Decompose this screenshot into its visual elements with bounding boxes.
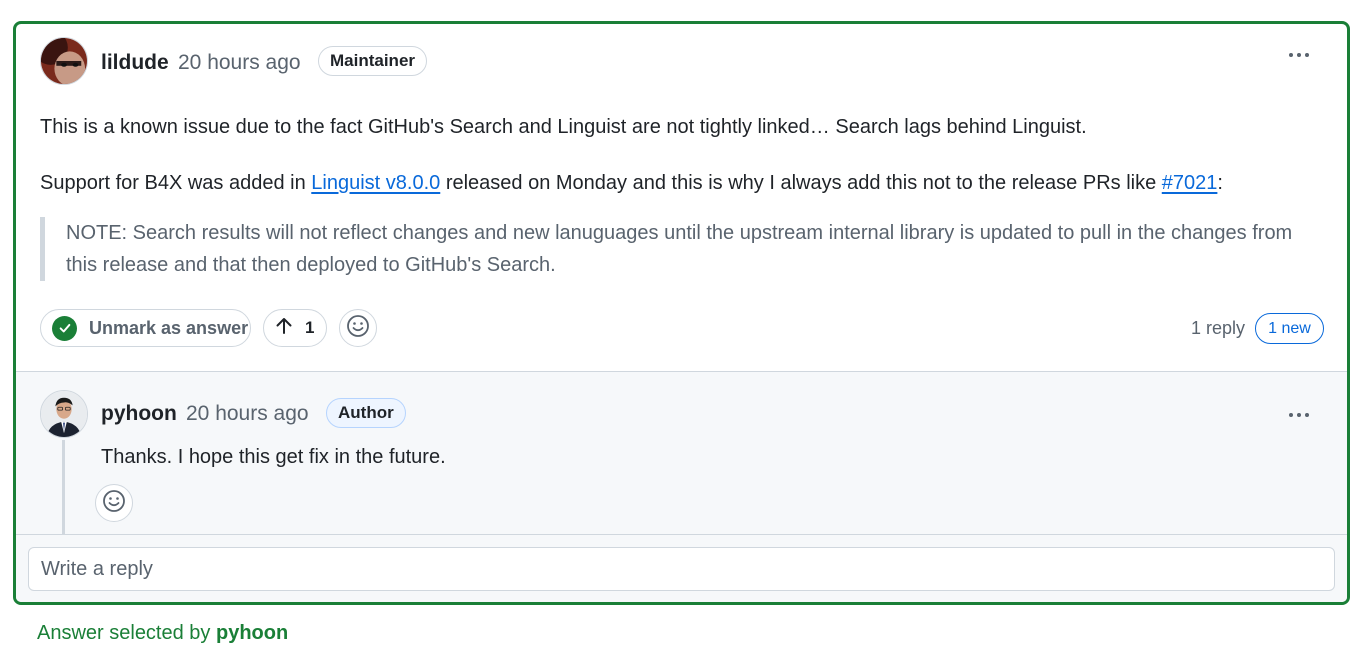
reply-footer xyxy=(16,534,1347,602)
upvote-button[interactable]: 1 xyxy=(263,309,327,347)
add-reaction-button[interactable] xyxy=(339,309,377,347)
reply-timestamp[interactable]: 20 hours ago xyxy=(186,402,309,426)
write-reply-input[interactable] xyxy=(28,547,1335,591)
thread-line xyxy=(62,440,65,535)
answer-comment-box: lildude 20 hours ago Maintainer This is … xyxy=(13,21,1350,605)
comment-author[interactable]: lildude xyxy=(101,51,169,75)
comment-paragraph-1: This is a known issue due to the fact Gi… xyxy=(40,116,1087,138)
paragraph-2-middle: released on Monday and this is why I alw… xyxy=(440,172,1162,194)
unmark-answer-label: Unmark as answer xyxy=(89,317,249,338)
reply-add-reaction-button[interactable] xyxy=(95,484,133,522)
arrow-up-icon xyxy=(274,316,294,341)
comment-timestamp[interactable]: 20 hours ago xyxy=(178,51,301,75)
smiley-icon xyxy=(102,489,126,518)
maintainer-badge: Maintainer xyxy=(318,46,428,76)
paragraph-2-prefix: Support for B4X was added in xyxy=(40,172,312,194)
reply-comment: pyhoon 20 hours ago Author Thanks. I hop… xyxy=(16,371,1347,535)
blockquote-note: NOTE: Search results will not reflect ch… xyxy=(40,217,1310,281)
paragraph-2-suffix: : xyxy=(1217,172,1223,194)
smiley-icon xyxy=(346,314,370,343)
pyhoon-avatar[interactable] xyxy=(40,390,88,438)
main-comment: lildude 20 hours ago Maintainer This is … xyxy=(16,24,1347,371)
more-options-icon[interactable] xyxy=(1283,41,1315,69)
linguist-release-link[interactable]: Linguist v8.0.0 xyxy=(311,172,440,194)
lildude-avatar[interactable] xyxy=(40,37,88,85)
reply-more-options-icon[interactable] xyxy=(1283,401,1315,429)
reply-count[interactable]: 1 reply xyxy=(1191,318,1245,339)
answer-selected-by: Answer selected by pyhoon xyxy=(37,622,288,645)
unmark-answer-button[interactable]: Unmark as answer xyxy=(40,309,251,347)
reply-text: Thanks. I hope this get fix in the futur… xyxy=(101,446,446,468)
check-circle-icon xyxy=(52,315,77,341)
author-badge: Author xyxy=(326,398,406,428)
comment-paragraph-2: Support for B4X was added in Linguist v8… xyxy=(40,170,1223,196)
pr-7021-link[interactable]: #7021 xyxy=(1162,172,1218,194)
answer-selected-prefix: Answer selected by xyxy=(37,622,211,644)
upvote-count: 1 xyxy=(305,318,315,337)
answer-selected-user[interactable]: pyhoon xyxy=(216,622,288,644)
new-replies-badge[interactable]: 1 new xyxy=(1255,313,1324,344)
reply-author[interactable]: pyhoon xyxy=(101,402,177,426)
